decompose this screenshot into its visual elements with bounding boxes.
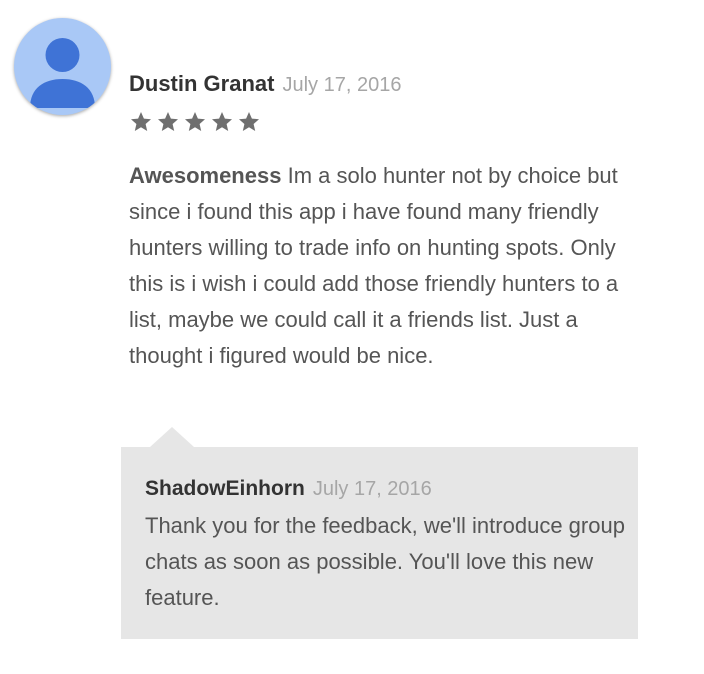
reply-pointer [150,427,194,447]
person-avatar-icon [14,18,111,115]
review-text: Awesomeness Im a solo hunter not by choi… [129,158,629,374]
review-body: Im a solo hunter not by choice but since… [129,163,619,368]
star-icon [185,112,205,131]
star-icon [131,112,151,131]
reply-text: Thank you for the feedback, we'll introd… [145,513,625,610]
reply-date: July 17, 2016 [312,478,432,500]
review-header: Dustin Granat July 17, 2016 [129,71,401,97]
review-author-name: Dustin Granat [129,71,275,96]
developer-reply: ShadowEinhorn July 17, 2016 Thank you for… [121,447,638,639]
star-icon [239,112,259,131]
star-rating [129,110,261,136]
star-icon [158,112,178,131]
reply-author-name: ShadowEinhorn [145,477,305,500]
reply-header: ShadowEinhorn July 17, 2016 [145,477,432,501]
review-title: Awesomeness [129,163,282,188]
review-date: July 17, 2016 [282,74,402,96]
review-card: Dustin Granat July 17, 2016 Awesomeness I… [0,0,704,674]
star-icon [212,112,232,131]
